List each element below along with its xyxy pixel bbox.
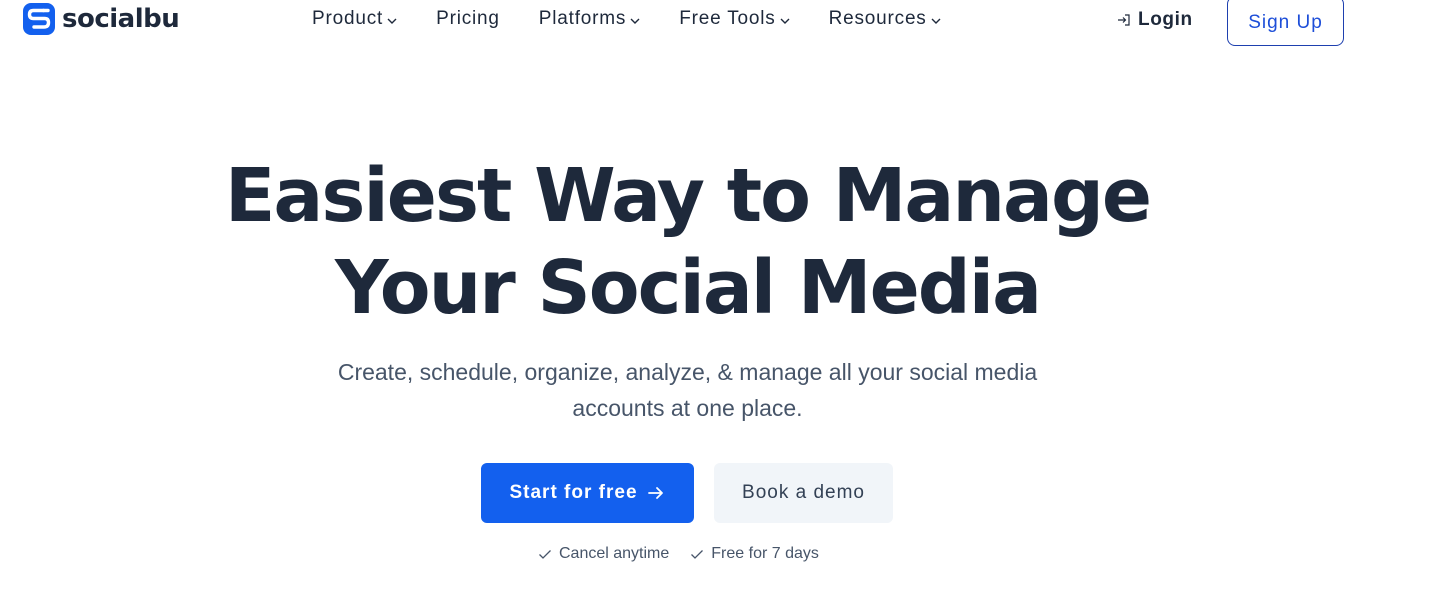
- nav-item-free-tools[interactable]: Free Tools: [679, 8, 790, 30]
- hero-subtitle-line-1: Create, schedule, organize, analyze, & m…: [337, 359, 1038, 385]
- nav-item-label: Free Tools: [679, 8, 776, 29]
- signup-button[interactable]: Sign Up: [1227, 0, 1344, 46]
- nav-item-product[interactable]: Product: [312, 8, 398, 30]
- login-link[interactable]: Login: [1116, 9, 1193, 31]
- nav-item-pricing[interactable]: Pricing: [436, 8, 500, 30]
- perk-item: Free for 7 days: [689, 545, 819, 563]
- nav-item-platforms[interactable]: Platforms: [539, 8, 641, 30]
- nav-item-label: Platforms: [538, 8, 627, 29]
- start-for-free-button[interactable]: Start for free: [481, 463, 694, 523]
- nav-item-label: Product: [312, 8, 384, 29]
- perk-label: Cancel anytime: [559, 545, 670, 562]
- main-nav: Product Pricing Platforms Free Tools Res…: [312, 8, 942, 30]
- perks-list: Cancel anytime Free for 7 days: [537, 545, 819, 563]
- hero-title: Easiest Way to Manage Your Social Media: [0, 150, 1375, 334]
- nav-item-label: Resources: [828, 8, 927, 29]
- chevron-down-icon: [931, 18, 941, 24]
- start-for-free-label: Start for free: [509, 482, 638, 503]
- check-icon: [691, 550, 704, 559]
- socialbu-s-logo-icon: [23, 3, 55, 35]
- chevron-down-icon: [387, 18, 397, 24]
- hero-title-line-2: Your Social Media: [334, 245, 1042, 331]
- brand-name: socialbu: [62, 4, 180, 34]
- hero-subtitle: Create, schedule, organize, analyze, & m…: [300, 354, 1075, 426]
- check-icon: [539, 550, 551, 559]
- arrow-right-icon: [647, 487, 663, 499]
- nav-item-label: Pricing: [436, 8, 500, 29]
- login-arrow-icon: [1118, 14, 1130, 26]
- perk-item: Cancel anytime: [537, 545, 669, 563]
- nav-item-resources[interactable]: Resources: [829, 8, 942, 30]
- brand-logo[interactable]: socialbu: [22, 2, 180, 36]
- chevron-down-icon: [780, 18, 790, 24]
- hero-title-line-1: Easiest Way to Manage: [224, 153, 1152, 239]
- top-navbar: socialbu Product Pricing Platforms Free …: [0, 0, 1435, 48]
- chevron-down-icon: [630, 18, 640, 24]
- hero-subtitle-line-2: accounts at one place.: [572, 395, 803, 421]
- login-label: Login: [1138, 9, 1193, 30]
- book-demo-button[interactable]: Book a demo: [714, 463, 893, 523]
- perk-label: Free for 7 days: [711, 545, 819, 562]
